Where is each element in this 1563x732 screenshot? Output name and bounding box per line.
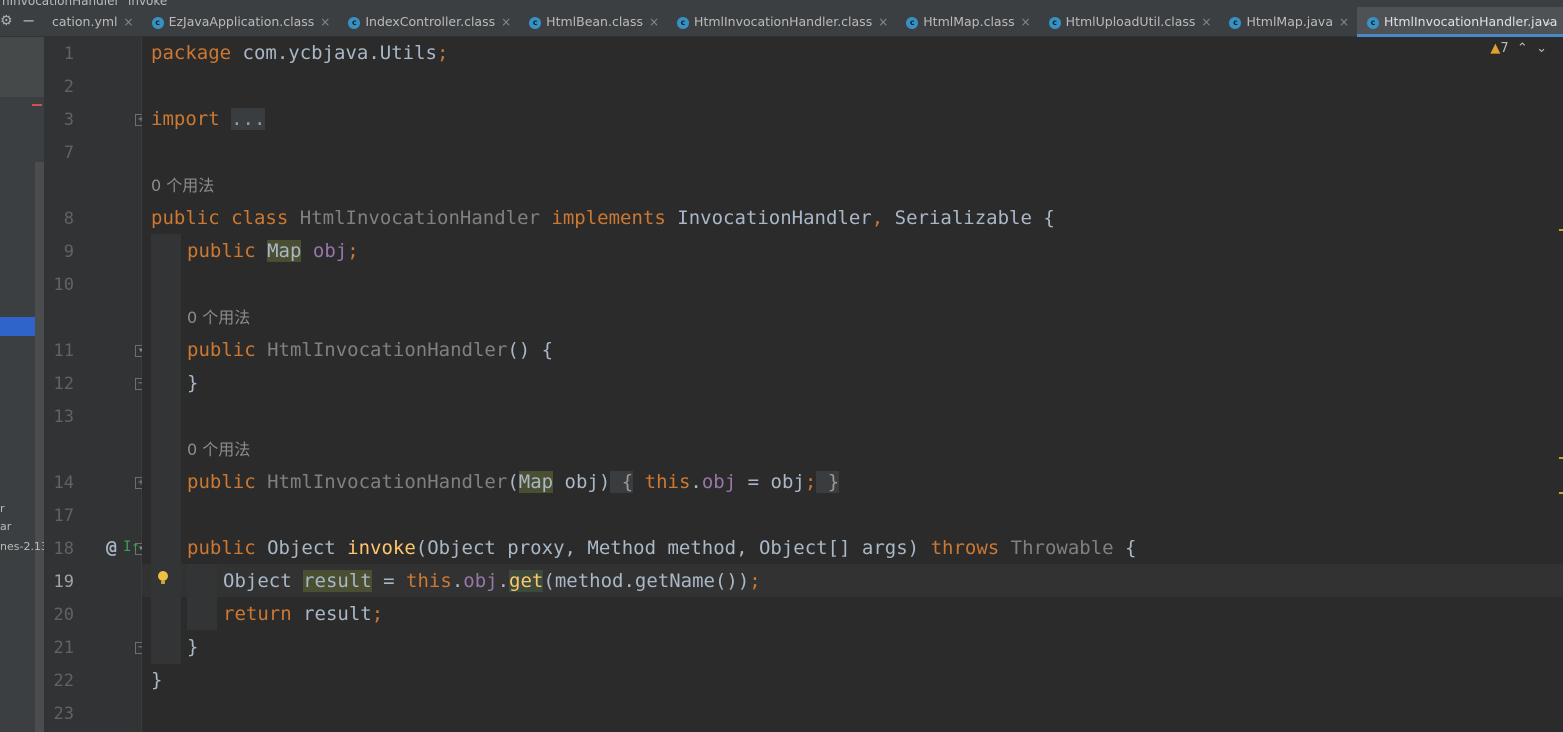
tab-label: EzJavaApplication.class (168, 14, 315, 29)
line-number: 9 (63, 242, 74, 262)
code-line-12: } (187, 372, 199, 394)
inspection-widget[interactable]: ▲7 ⌃ ⌄ (1490, 41, 1547, 56)
warning-count: 7 (1500, 41, 1509, 56)
class-icon: c (348, 16, 361, 29)
close-icon[interactable]: × (878, 15, 888, 29)
code-editor[interactable]: package com.ycbjava.Utils; import ... 0 … (142, 37, 1563, 732)
annotation-icon[interactable]: @ (106, 537, 117, 558)
project-tree-item[interactable]: ar (0, 520, 11, 533)
project-pane-header (0, 37, 44, 97)
tab-8[interactable]: cHtmlInvocationHandler.java× (1357, 7, 1563, 37)
project-tree-item[interactable]: nes-2.13 (0, 540, 44, 553)
tab-label: HtmlBean.class (546, 14, 643, 29)
code-line-18: public Object invoke(Object proxy, Metho… (187, 537, 1137, 559)
lightbulb-icon[interactable] (158, 571, 168, 585)
line-number: 14 (53, 473, 74, 493)
tab-label: cation.yml (52, 14, 118, 29)
minimize-icon[interactable]: − (22, 13, 38, 29)
tab-label: IndexController.class (365, 14, 496, 29)
usage-hint[interactable]: 0 个用法 (151, 169, 214, 202)
usage-hint[interactable]: 0 个用法 (187, 301, 250, 334)
editor-tab-bar: ⚙ − cation.yml × c EzJavaApplication.class ×… (0, 7, 1563, 37)
class-icon: c (677, 16, 690, 29)
breadcrumb: nInvocationHandler invoke (0, 0, 1563, 7)
line-number: 12 (53, 374, 74, 394)
editor-gutter[interactable]: 1 2 3 7 8 9 10 11 12 13 14 17 18 19 20 2… (44, 37, 147, 732)
line-number: 23 (53, 704, 74, 724)
line-number: 7 (63, 143, 74, 163)
line-number: 10 (53, 275, 74, 295)
project-tree-item[interactable]: r (0, 502, 5, 515)
tab-label: HtmlInvocationHandler.class (694, 14, 873, 29)
line-number: 13 (53, 407, 74, 427)
tab-1[interactable]: c EzJavaApplication.class × (142, 7, 339, 36)
warning-marker[interactable] (1559, 229, 1563, 231)
class-icon: c (906, 16, 919, 29)
tab-3[interactable]: c HtmlBean.class × (519, 7, 667, 36)
folded-imports[interactable]: ... (231, 108, 266, 130)
close-icon[interactable]: × (1339, 15, 1349, 29)
code-line-14: public HtmlInvocationHandler(Map obj) { … (187, 471, 840, 493)
warning-marker[interactable] (1559, 492, 1563, 494)
indent-guide (151, 234, 181, 664)
line-number: 21 (53, 638, 74, 658)
implements-method-icon[interactable]: I↑ (123, 539, 140, 555)
tab-4[interactable]: c HtmlInvocationHandler.class × (667, 7, 896, 36)
class-icon: c (1229, 16, 1242, 29)
line-number: 17 (53, 506, 74, 526)
close-icon[interactable]: × (320, 15, 330, 29)
line-number: 18 (53, 539, 74, 559)
chevron-up-icon[interactable]: ⌃ (1517, 41, 1528, 56)
class-icon: c (1048, 16, 1061, 29)
tab-label: HtmlMap.class (923, 14, 1015, 29)
tab-strip: cation.yml × c EzJavaApplication.class × c Ind… (42, 7, 1563, 37)
code-line-3: import ... (151, 108, 266, 130)
chevron-down-icon[interactable]: ⌄ (1543, 14, 1553, 28)
tab-5[interactable]: c HtmlMap.class × (896, 7, 1038, 36)
breadcrumb-item-class[interactable]: nInvocationHandler (2, 0, 119, 7)
error-stripe-bar[interactable] (1559, 37, 1563, 732)
code-line-21: } (187, 636, 199, 658)
line-number: 3 (63, 110, 74, 130)
tab-6[interactable]: c HtmlUploadUtil.class × (1039, 7, 1220, 36)
tab-7[interactable]: c HtmlMap.java × (1219, 7, 1357, 36)
code-line-11: public HtmlInvocationHandler() { (187, 339, 554, 361)
code-line-19: Object result = this.obj.get(method.getN… (223, 570, 761, 592)
project-pane: r ar nes-2.13 (0, 37, 44, 732)
indent-guide (187, 564, 217, 630)
breadcrumb-item-method[interactable]: invoke (128, 0, 167, 7)
project-pane-scrollbar[interactable] (35, 162, 44, 732)
code-line-1: package com.ycbjava.Utils; (151, 42, 449, 64)
tab-2[interactable]: c IndexController.class × (338, 7, 519, 36)
class-icon: c (151, 16, 164, 29)
code-line-9: public Map obj; (187, 240, 359, 262)
warning-marker[interactable] (1559, 457, 1563, 459)
line-number: 22 (53, 671, 74, 691)
line-number: 1 (63, 44, 74, 64)
code-line-20: return result; (223, 603, 384, 625)
line-number: 8 (63, 209, 74, 229)
tab-label: HtmlUploadUtil.class (1065, 14, 1196, 29)
gear-icon[interactable]: ⚙ (0, 13, 16, 29)
line-number: 11 (53, 341, 74, 361)
code-line-8: public class HtmlInvocationHandler imple… (151, 207, 1055, 229)
code-line-22: } (151, 669, 163, 691)
close-icon[interactable]: × (501, 15, 511, 29)
close-icon[interactable]: × (1021, 15, 1031, 29)
chevron-down-icon[interactable]: ⌄ (1536, 41, 1547, 56)
warning-icon: ▲ (1490, 41, 1501, 56)
class-icon: c (1367, 16, 1380, 29)
line-number-current: 19 (53, 572, 74, 592)
class-icon: c (529, 16, 542, 29)
usage-hint[interactable]: 0 个用法 (187, 433, 250, 466)
close-icon[interactable]: × (649, 15, 659, 29)
line-number: 20 (53, 605, 74, 625)
close-icon[interactable]: × (1201, 15, 1211, 29)
line-number: 2 (63, 77, 74, 97)
tab-0[interactable]: cation.yml × (42, 7, 142, 36)
close-icon[interactable]: × (124, 15, 134, 29)
error-stripe (32, 104, 42, 106)
tab-label: HtmlInvocationHandler.java (1384, 14, 1558, 29)
tab-label: HtmlMap.java (1246, 14, 1333, 29)
